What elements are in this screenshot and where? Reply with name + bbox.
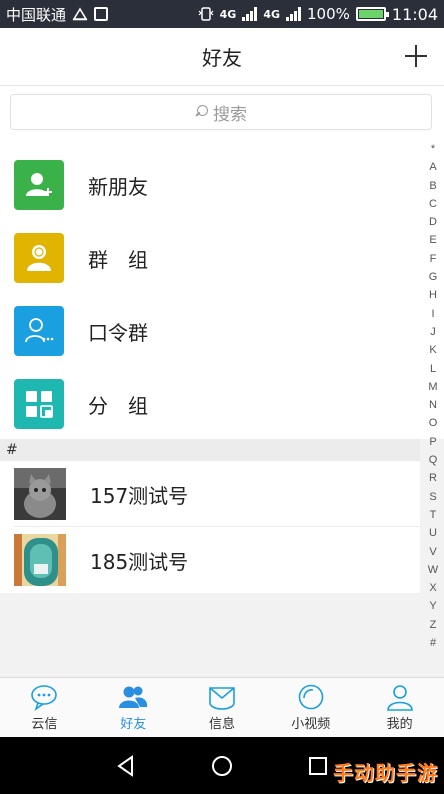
contact-name: 185测试号 [90,549,189,574]
index-letter[interactable]: S [429,488,436,506]
chat-bubble-icon [31,685,58,711]
tab-label: 好友 [120,717,147,732]
index-letter[interactable]: Y [429,597,436,615]
index-letter[interactable]: J [430,323,436,341]
tab-label: 小视频 [291,717,331,732]
tab-label: 我的 [386,717,413,732]
contact-name: 157测试号 [90,483,189,508]
tab-label: 云信 [31,717,58,732]
avatar [14,468,66,520]
section-header: # [0,439,420,461]
index-letter[interactable]: Z [430,616,437,634]
home-icon[interactable] [209,753,235,779]
index-letter[interactable]: E [429,231,436,249]
search-placeholder: 搜索 [213,104,247,125]
bottom-tab-bar: 云信 好友 信息 小视频 我的 [0,677,444,737]
menu-item-label: 新朋友 [88,174,148,199]
index-letter[interactable]: K [429,341,436,359]
mail-icon [209,687,235,710]
vibrate-icon [198,6,214,22]
search-icon [195,105,209,119]
carrier-label: 中国联通 [6,5,67,24]
index-letter[interactable]: X [429,579,436,597]
index-letter[interactable]: W [428,561,438,579]
menu-item-new-friends[interactable]: 新朋友 [0,148,420,222]
index-letter[interactable]: C [429,195,437,213]
tab-messages[interactable]: 信息 [178,678,267,737]
index-letter[interactable]: P [429,433,436,451]
index-letter[interactable]: G [429,268,438,286]
index-letter[interactable]: V [429,543,436,561]
index-letter[interactable]: H [429,286,437,304]
signal-icon [242,7,258,21]
avatar [14,534,66,586]
tab-short-video[interactable]: 小视频 [266,678,355,737]
menu-item-password-group[interactable]: 口令群 [0,294,420,368]
notification-icon [72,7,88,21]
clock: 11:04 [391,4,438,24]
index-letter[interactable]: # [430,634,436,652]
tab-friends[interactable]: 好友 [89,678,178,737]
tab-mine[interactable]: 我的 [355,678,444,737]
alphabet-index[interactable]: * A B C D E F G H I J K L M N O P Q R S T U V W X Y Z # [422,140,444,660]
image-icon [94,7,109,21]
page-title: 好友 [202,46,242,70]
watermark: 手动助手游 [333,761,438,785]
index-letter[interactable]: N [429,396,437,414]
password-group-icon [14,306,64,356]
battery-percent: 100% [307,5,350,23]
contact-row[interactable]: 185测试号 [0,527,420,593]
status-bar: 中国联通 4G 4G 100% 11:04 [0,0,444,28]
index-letter[interactable]: T [430,506,437,524]
plus-icon[interactable] [400,40,432,72]
index-letter[interactable]: U [429,524,437,542]
tab-label: 信息 [208,717,235,732]
tab-yunxin[interactable]: 云信 [0,678,89,737]
search-input[interactable]: 搜索 [10,94,432,130]
index-letter[interactable]: * [431,140,435,158]
index-letter[interactable]: B [429,177,436,195]
profile-icon [386,685,413,711]
contacts-icon [119,686,148,708]
battery-icon [355,7,389,21]
index-letter[interactable]: D [429,213,437,231]
menu-item-groups[interactable]: 群 组 [0,221,420,295]
index-letter[interactable]: I [431,305,434,323]
menu-item-label: 口令群 [88,320,148,345]
index-letter[interactable]: F [430,250,437,268]
video-icon [298,684,324,710]
back-icon[interactable] [113,753,139,779]
signal-icon-2 [286,7,301,21]
add-user-icon [14,160,64,210]
menu-item-categories[interactable]: 分 组 [0,367,420,441]
index-letter[interactable]: M [428,378,437,396]
index-letter[interactable]: A [429,158,436,176]
grid-icon [14,379,64,429]
index-letter[interactable]: R [429,469,437,487]
system-nav-bar: 手动助手游 [0,737,444,794]
network-type-label: 4G [219,7,237,21]
index-letter[interactable]: Q [429,451,438,469]
menu-item-label: 分 组 [88,393,148,418]
network-type-label-2: 4G [263,7,280,21]
app-header: 好友 [0,28,444,86]
contact-row[interactable]: 157测试号 [0,461,420,527]
recent-apps-icon[interactable] [305,753,331,779]
menu-item-label: 群 组 [88,247,148,272]
group-icon [14,233,64,283]
index-letter[interactable]: O [429,414,438,432]
index-letter[interactable]: L [430,360,436,378]
